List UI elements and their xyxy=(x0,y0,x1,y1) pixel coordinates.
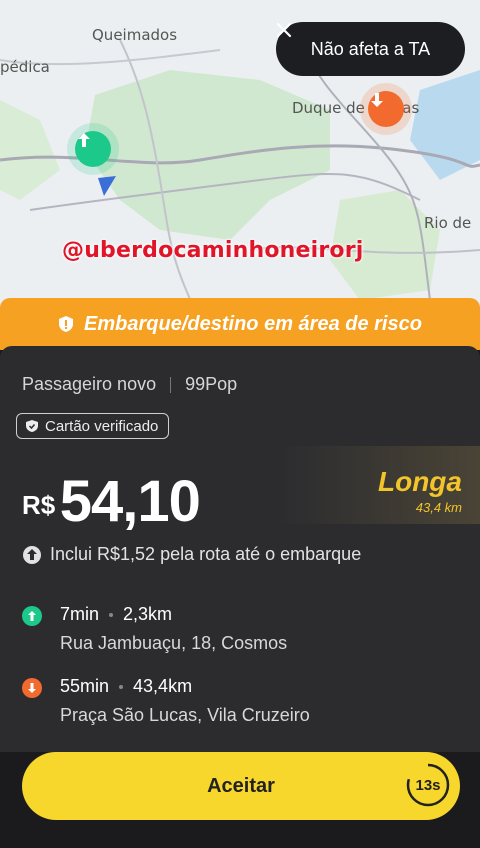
price-amount: 54,10 xyxy=(59,469,201,534)
pickup-arrow-icon xyxy=(22,606,42,626)
distance-tag-km: 43,4 km xyxy=(415,500,462,515)
includes-note: Inclui R$1,52 pela rota até o embarque xyxy=(22,544,361,565)
countdown-timer: 13s xyxy=(404,761,452,809)
dropoff-distance: 43,4km xyxy=(133,676,193,696)
pickup-time: 7min xyxy=(60,604,100,624)
arrow-up-icon xyxy=(78,133,90,147)
route-icon xyxy=(23,545,41,564)
passenger-type: Passageiro novo xyxy=(22,374,157,394)
map-label-queimados: Queimados xyxy=(92,26,178,44)
verified-card-label: Cartão verificado xyxy=(45,417,159,435)
risk-banner: Embarque/destino em área de risco xyxy=(0,298,480,350)
bullet-separator xyxy=(119,684,124,689)
price-currency: R$ xyxy=(22,490,56,520)
distance-tag-label: Longa xyxy=(378,466,462,497)
dropoff-pin xyxy=(368,91,404,127)
dropoff-time: 55min xyxy=(60,676,110,696)
divider xyxy=(170,376,172,393)
shield-check-icon xyxy=(26,420,38,432)
close-icon xyxy=(276,22,292,38)
includes-text: Inclui R$1,52 pela rota até o embarque xyxy=(50,544,362,564)
dropoff-stop: 55min 43,4km Praça São Lucas, Vila Cruze… xyxy=(22,676,310,726)
map-label-pedica: pédica xyxy=(0,58,50,76)
dropoff-arrow-icon xyxy=(22,678,42,698)
arrow-down-icon xyxy=(371,93,383,107)
pickup-address: Rua Jambuaçu, 18, Cosmos xyxy=(60,633,288,653)
pickup-pin xyxy=(75,131,111,167)
shield-icon xyxy=(59,316,74,332)
dismiss-button[interactable]: Não afeta a TA xyxy=(276,22,465,76)
ride-category: 99Pop xyxy=(185,374,238,394)
map-label-rio: Rio de xyxy=(424,214,472,232)
price: R$ 54,10 xyxy=(22,468,201,535)
countdown-text: 13s xyxy=(415,776,441,794)
map-view[interactable]: Queimados pédica Duque de Caxias Rio de … xyxy=(0,0,480,330)
dropoff-address: Praça São Lucas, Vila Cruzeiro xyxy=(60,705,310,725)
pickup-distance: 2,3km xyxy=(123,604,173,624)
passenger-row: Passageiro novo 99Pop xyxy=(22,374,237,395)
verified-card-badge: Cartão verificado xyxy=(16,413,170,439)
pickup-stop: 7min 2,3km Rua Jambuaçu, 18, Cosmos xyxy=(22,604,287,654)
distance-tag: Longa 43,4 km xyxy=(378,466,462,515)
risk-banner-text: Embarque/destino em área de risco xyxy=(84,312,422,335)
watermark-text: @uberdocaminhoneirorj xyxy=(62,238,364,263)
accept-button[interactable]: Aceitar 13s xyxy=(22,752,460,820)
dismiss-label: Não afeta a TA xyxy=(310,38,431,59)
accept-label: Aceitar xyxy=(207,774,275,797)
bullet-separator xyxy=(109,612,114,617)
